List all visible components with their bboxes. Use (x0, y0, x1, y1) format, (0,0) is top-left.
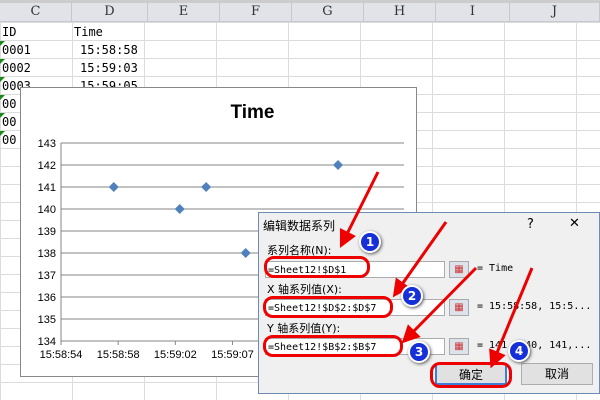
column-header-i[interactable]: I (436, 0, 510, 22)
y-tick-label: 136 (38, 292, 56, 304)
step-badge-1: 1 (359, 231, 381, 253)
column-header-g[interactable]: G (292, 0, 364, 22)
cell-time[interactable]: 15:58:58 (80, 41, 138, 59)
x-tick-label: 15:59:07 (211, 349, 254, 361)
x-values-result: = 15:58:58, 15:5... (477, 301, 592, 312)
range-picker-icon[interactable]: ▦ (449, 299, 469, 316)
y-tick-label: 140 (38, 204, 56, 216)
cell-id[interactable]: 00 (2, 95, 16, 113)
y-tick-label: 142 (38, 160, 56, 172)
chart-title: Time (230, 102, 274, 123)
x-tick-label: 15:58:58 (97, 349, 140, 361)
y-tick-label: 139 (38, 226, 56, 238)
step-badge-2: 2 (401, 285, 423, 307)
column-header-h[interactable]: H (364, 0, 436, 22)
cell-time[interactable]: 15:59:03 (80, 59, 138, 77)
step-badge-3: 3 (408, 341, 430, 363)
cell-d1[interactable]: Time (74, 23, 103, 41)
data-point (240, 248, 251, 258)
y-tick-label: 141 (38, 182, 56, 194)
cell-id[interactable]: 00 (2, 131, 16, 149)
column-header-j[interactable]: J (510, 0, 600, 22)
cell-c1[interactable]: ID (2, 23, 16, 41)
column-header-e[interactable]: E (148, 0, 220, 22)
cancel-button[interactable]: 取消 (521, 363, 593, 385)
cell-id[interactable]: 00 (2, 113, 16, 131)
highlight-ring (264, 256, 370, 278)
y-tick-label: 143 (38, 138, 56, 150)
data-point (201, 182, 212, 192)
y-tick-label: 137 (38, 270, 56, 282)
highlight-ring (263, 335, 403, 357)
highlight-ring (263, 296, 393, 318)
y-tick-label: 135 (38, 314, 56, 326)
y-tick-label: 134 (38, 336, 56, 348)
data-point (108, 182, 119, 192)
x-tick-label: 15:59:02 (154, 349, 197, 361)
column-header-d[interactable]: D (72, 0, 148, 22)
y-tick-label: 138 (38, 248, 56, 260)
cell-id[interactable]: 0002 (2, 59, 31, 77)
help-button[interactable]: ? (527, 217, 534, 232)
x-values-label: X 轴系列值(X): (267, 283, 342, 296)
column-header-f[interactable]: F (220, 0, 292, 22)
y-values-label: Y 轴系列值(Y): (267, 322, 341, 335)
x-tick-label: 15:58:54 (40, 349, 83, 361)
data-point (174, 204, 185, 214)
close-button[interactable]: ✕ (569, 216, 580, 231)
column-header-c[interactable]: C (0, 0, 72, 22)
range-picker-icon[interactable]: ▦ (449, 338, 469, 355)
step-badge-4: 4 (508, 340, 530, 362)
dialog-title: 编辑数据系列 (263, 219, 336, 233)
data-point (333, 160, 344, 170)
series-name-result: = Time (477, 263, 514, 274)
cell-id[interactable]: 0001 (2, 41, 31, 59)
highlight-ring (430, 362, 512, 388)
range-picker-icon[interactable]: ▦ (449, 261, 469, 278)
y-values-result: = 141, 140, 141,... (477, 340, 592, 351)
